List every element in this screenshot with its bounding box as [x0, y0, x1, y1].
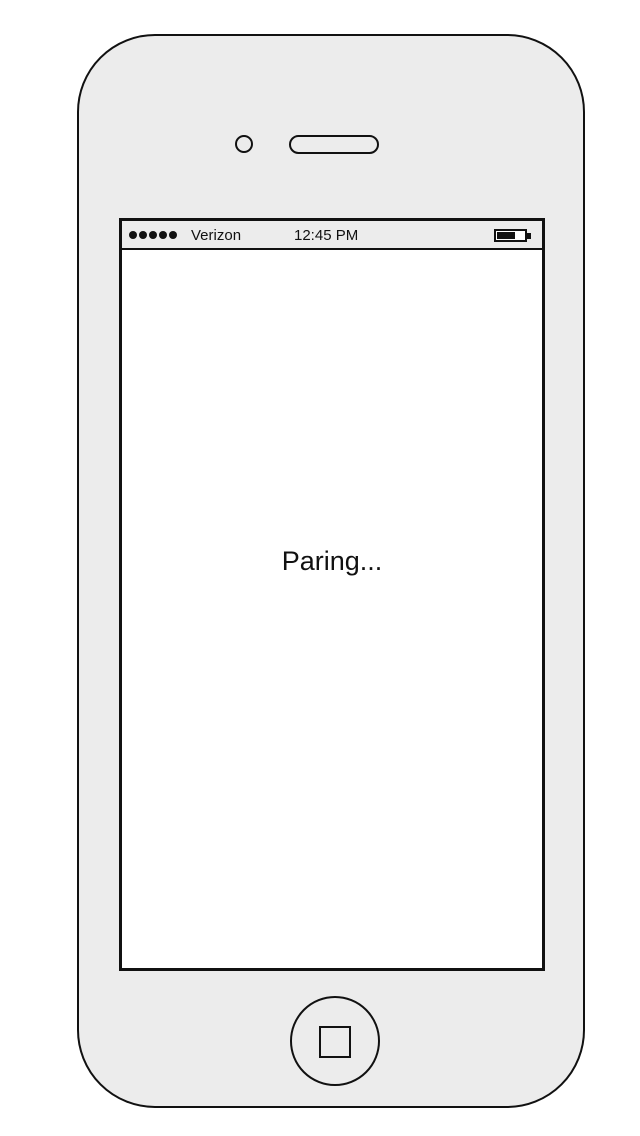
signal-strength-icon: [129, 231, 177, 239]
speaker-grille: [289, 135, 379, 154]
camera-icon: [235, 135, 253, 153]
carrier-name: Verizon: [191, 227, 242, 244]
signal-dot: [169, 231, 177, 239]
signal-dot: [149, 231, 157, 239]
status-time: 12:45 PM: [294, 227, 359, 244]
signal-dot: [159, 231, 167, 239]
signal-dot: [129, 231, 137, 239]
signal-dot: [139, 231, 147, 239]
screen: Verizon 12:45 PM Paring...: [119, 218, 545, 971]
home-square-icon: [319, 1026, 351, 1058]
status-bar: Verizon 12:45 PM: [122, 221, 542, 250]
battery-terminal: [527, 233, 531, 239]
battery-icon: [494, 229, 531, 242]
battery-fill: [497, 232, 515, 239]
pairing-status-text: Paring...: [281, 546, 383, 576]
home-button[interactable]: [290, 996, 380, 1086]
